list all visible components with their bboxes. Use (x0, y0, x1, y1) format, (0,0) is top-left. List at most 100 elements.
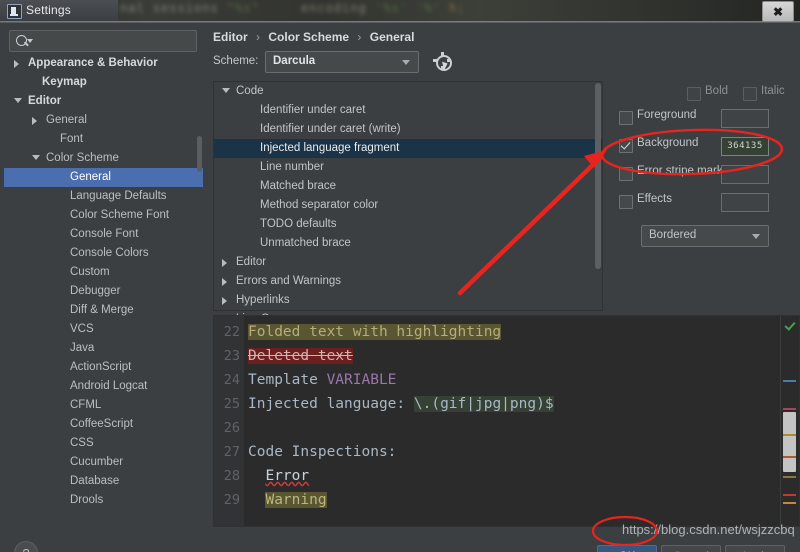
sidebar-item-cucumber[interactable]: Cucumber (4, 453, 203, 472)
line-number: 24 (214, 368, 240, 392)
sidebar-item-coffeescript[interactable]: CoffeeScript (4, 415, 203, 434)
foreground-checkbox[interactable] (619, 111, 633, 125)
sidebar-item-custom[interactable]: Custom (4, 263, 203, 282)
breadcrumb-editor[interactable]: Editor (213, 30, 248, 44)
sidebar-item-actionscript[interactable]: ActionScript (4, 358, 203, 377)
error-stripe-gutter[interactable] (780, 316, 799, 526)
code-segment: Warning (265, 492, 326, 508)
bold-checkbox[interactable] (687, 87, 701, 101)
sidebar-item-keymap[interactable]: Keymap (4, 73, 203, 92)
attribute-item-identifier-under-caret[interactable]: Identifier under caret (214, 101, 602, 120)
attribute-item-todo-defaults[interactable]: TODO defaults (214, 215, 602, 234)
chevron-down-icon (752, 234, 760, 239)
attributes-scrollbar-thumb[interactable] (595, 83, 601, 269)
chevron-right-icon[interactable] (32, 117, 37, 125)
search-input[interactable] (36, 33, 195, 51)
code-preview[interactable]: 22Folded text with highlighting23Deleted… (213, 315, 800, 527)
attribute-item-label: Editor (236, 253, 266, 272)
code-segment (248, 468, 265, 484)
sidebar-item-general[interactable]: General (4, 111, 203, 130)
attribute-item-errors-and-warnings[interactable]: Errors and Warnings (214, 272, 602, 291)
scheme-dropdown[interactable]: Darcula (265, 51, 419, 73)
code-text: Code Inspections: (248, 440, 396, 464)
effect-type-dropdown[interactable]: Bordered (641, 225, 769, 247)
chevron-right-icon[interactable] (222, 297, 227, 305)
search-icon (16, 35, 27, 46)
stripe-marker (783, 408, 796, 410)
foreground-color-swatch[interactable] (721, 109, 769, 128)
code-line: 23Deleted text (214, 344, 799, 368)
chevron-down-icon[interactable] (222, 88, 230, 93)
sidebar-item-java[interactable]: Java (4, 339, 203, 358)
sidebar-item-vcs[interactable]: VCS (4, 320, 203, 339)
attribute-item-method-separator-color[interactable]: Method separator color (214, 196, 602, 215)
breadcrumb-color-scheme[interactable]: Color Scheme (268, 30, 349, 44)
help-icon[interactable]: ? (14, 541, 38, 552)
sidebar-item-console-colors[interactable]: Console Colors (4, 244, 203, 263)
chevron-right-icon[interactable] (222, 259, 227, 267)
chevron-down-icon (402, 60, 410, 65)
sidebar-item-language-defaults[interactable]: Language Defaults (4, 187, 203, 206)
sidebar-item-font[interactable]: Font (4, 130, 203, 149)
code-line: 25Injected language: \.(gif|jpg|png)$ (214, 392, 799, 416)
sidebar-item-css[interactable]: CSS (4, 434, 203, 453)
close-icon[interactable]: ✖ (762, 1, 794, 22)
attributes-tree[interactable]: CodeIdentifier under caretIdentifier und… (214, 82, 602, 348)
sidebar-item-diff-merge[interactable]: Diff & Merge (4, 301, 203, 320)
line-number: 25 (214, 392, 240, 416)
attribute-item-hyperlinks[interactable]: Hyperlinks (214, 291, 602, 310)
settings-tree[interactable]: Appearance & BehaviorKeymapEditorGeneral… (4, 54, 203, 524)
code-segment: Error (265, 468, 309, 484)
sidebar-item-label: CFML (70, 396, 101, 415)
settings-content: Editor › Color Scheme › General Scheme: … (205, 23, 800, 531)
sidebar-item-color-scheme[interactable]: Color Scheme (4, 149, 203, 168)
cancel-button[interactable]: Cancel (661, 545, 721, 552)
attribute-item-line-number[interactable]: Line number (214, 158, 602, 177)
sidebar-item-appearance-behavior[interactable]: Appearance & Behavior (4, 54, 203, 73)
breadcrumb-general[interactable]: General (370, 30, 415, 44)
chevron-down-icon[interactable] (27, 39, 33, 43)
attribute-item-identifier-under-caret-write[interactable]: Identifier under caret (write) (214, 120, 602, 139)
apply-button[interactable]: Apply (725, 545, 785, 552)
chevron-down-icon[interactable] (14, 98, 22, 103)
gear-icon[interactable] (434, 53, 450, 69)
attribute-item-matched-brace[interactable]: Matched brace (214, 177, 602, 196)
italic-checkbox[interactable] (743, 87, 757, 101)
background-color-swatch[interactable]: 364135 (721, 137, 769, 156)
ok-button[interactable]: OK (597, 545, 657, 552)
preview-scrollbar-thumb[interactable] (783, 412, 796, 472)
sidebar-item-label: Java (70, 339, 94, 358)
chevron-down-icon[interactable] (32, 155, 40, 160)
chevron-right-icon[interactable] (222, 278, 227, 286)
error-stripe-label: Error stripe mark (637, 165, 723, 177)
background-checkbox[interactable] (619, 139, 633, 153)
sidebar-item-label: Console Colors (70, 244, 149, 263)
sidebar-item-console-font[interactable]: Console Font (4, 225, 203, 244)
attribute-item-code[interactable]: Code (214, 82, 602, 101)
sidebar-item-database[interactable]: Database (4, 472, 203, 491)
attribute-item-injected-language-fragment[interactable]: Injected language fragment (214, 139, 602, 158)
sidebar-item-color-scheme-font[interactable]: Color Scheme Font (4, 206, 203, 225)
code-segment: Deleted text (248, 348, 353, 364)
code-line: 29 Warning (214, 488, 799, 512)
effects-checkbox[interactable] (619, 195, 633, 209)
sidebar-item-editor[interactable]: Editor (4, 92, 203, 111)
settings-window-icon (7, 4, 22, 19)
search-box[interactable] (9, 30, 197, 52)
effects-color-swatch[interactable] (721, 193, 769, 212)
sidebar-item-general[interactable]: General (4, 168, 203, 187)
sidebar-item-label: Keymap (42, 73, 87, 92)
sidebar-item-debugger[interactable]: Debugger (4, 282, 203, 301)
error-stripe-checkbox[interactable] (619, 167, 633, 181)
sidebar-scrollbar-thumb[interactable] (197, 136, 202, 172)
sidebar-item-android-logcat[interactable]: Android Logcat (4, 377, 203, 396)
attribute-item-label: Method separator color (260, 196, 378, 215)
attribute-item-unmatched-brace[interactable]: Unmatched brace (214, 234, 602, 253)
chevron-right-icon[interactable] (14, 60, 19, 68)
sidebar-item-cfml[interactable]: CFML (4, 396, 203, 415)
stripe-marker (783, 380, 796, 382)
error-stripe-color-swatch[interactable] (721, 165, 769, 184)
sidebar-item-drools[interactable]: Drools (4, 491, 203, 510)
attribute-item-editor[interactable]: Editor (214, 253, 602, 272)
sidebar-item-label: General (46, 111, 87, 130)
